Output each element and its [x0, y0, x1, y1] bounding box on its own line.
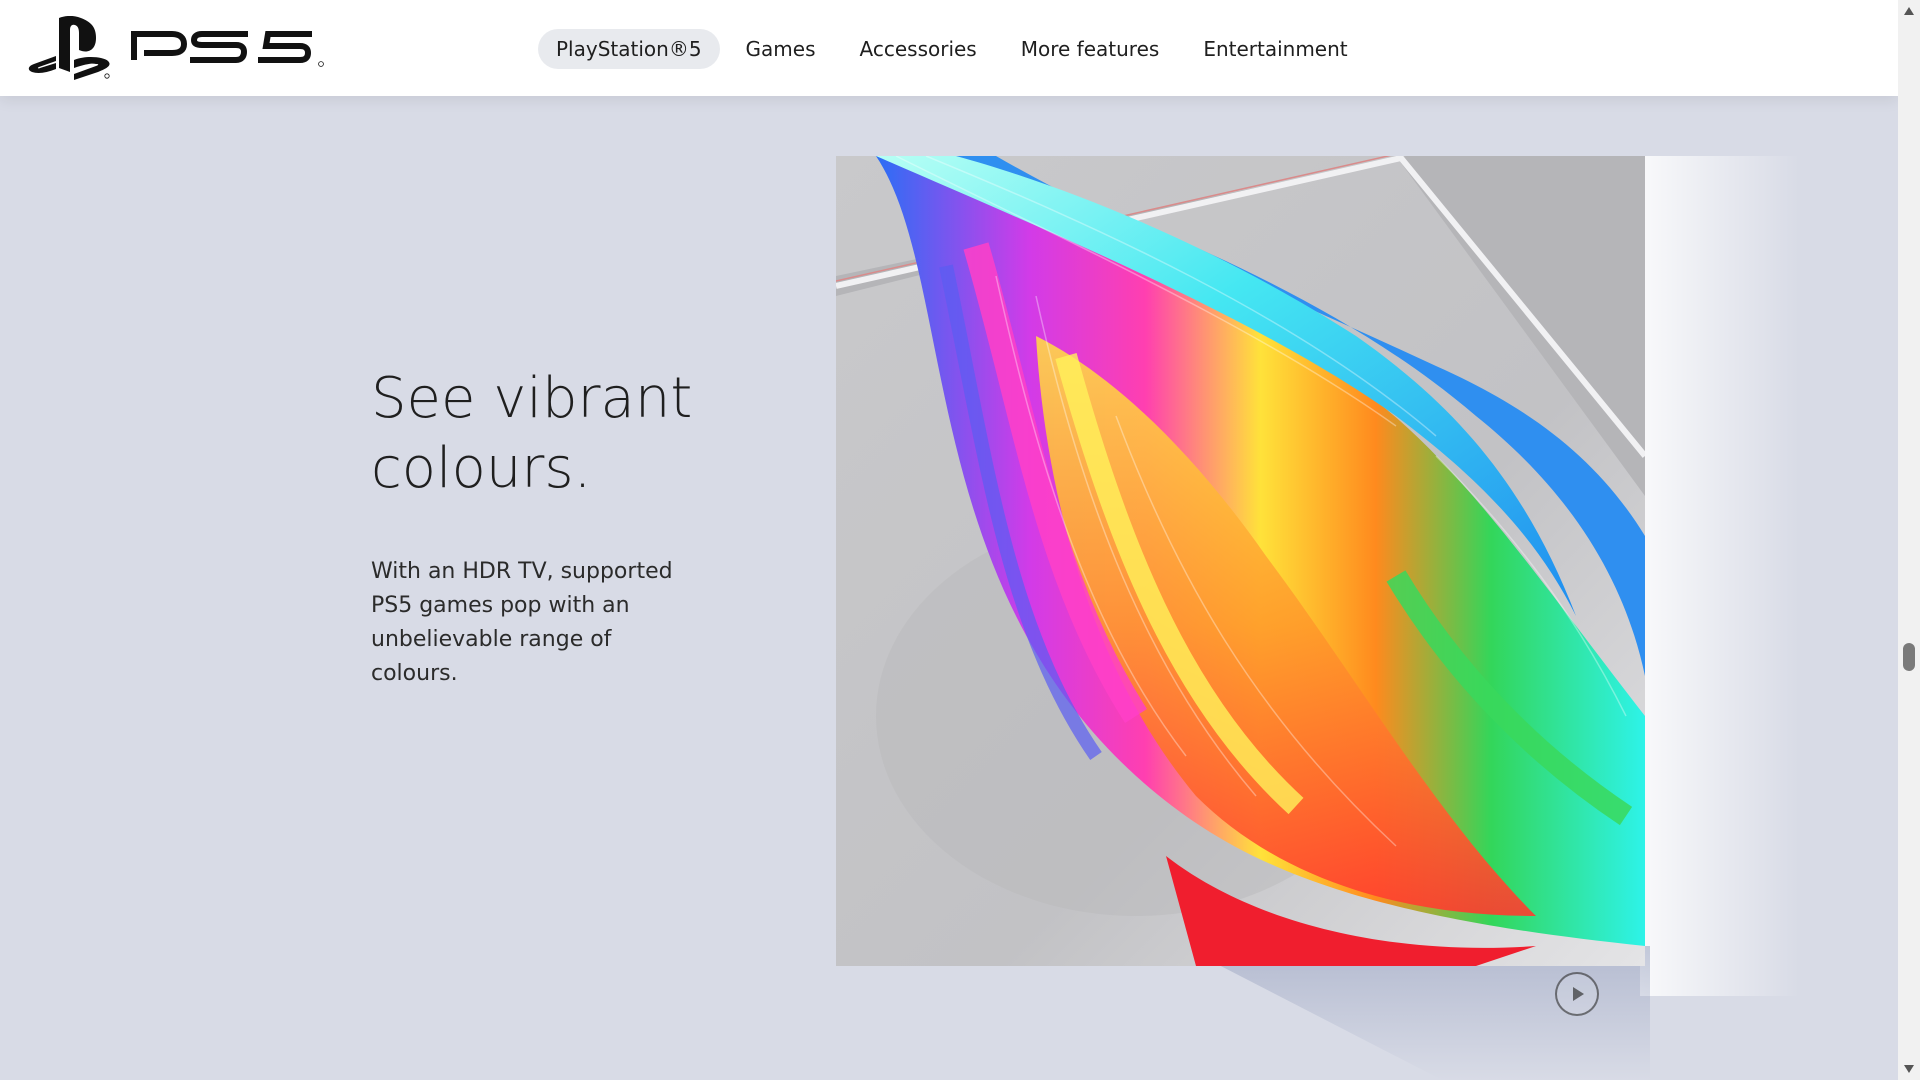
scroll-up-arrow-icon[interactable]: [1903, 6, 1915, 16]
play-button[interactable]: [1555, 972, 1599, 1016]
panel-glow: [1640, 156, 1800, 996]
nav-item-games[interactable]: Games: [728, 29, 834, 69]
feature-section: See vibrant colours. With an HDR TV, sup…: [0, 96, 1898, 1080]
main-nav: PlayStation®5 Games Accessories More fea…: [538, 29, 1374, 69]
nav-item-playstation5[interactable]: PlayStation®5: [538, 29, 720, 69]
scroll-down-arrow-icon[interactable]: [1903, 1064, 1915, 1074]
feature-title: See vibrant colours.: [371, 366, 693, 501]
nav-item-more-features[interactable]: More features: [1003, 29, 1178, 69]
rainbow-ribbons-artwork: [836, 156, 1645, 966]
playstation-logo[interactable]: [28, 16, 326, 80]
site-header: PlayStation®5 Games Accessories More fea…: [0, 0, 1898, 96]
page-scrollbar[interactable]: [1898, 0, 1920, 1080]
nav-item-accessories[interactable]: Accessories: [842, 29, 995, 69]
play-icon: [1573, 987, 1584, 1001]
scroll-thumb[interactable]: [1903, 643, 1915, 671]
feature-description: With an HDR TV, supported PS5 games pop …: [371, 559, 673, 686]
nav-item-entertainment[interactable]: Entertainment: [1185, 29, 1365, 69]
playstation-symbol-icon: [28, 16, 110, 80]
ps5-wordmark-icon: [131, 31, 324, 67]
hdr-colour-video[interactable]: [836, 156, 1645, 966]
